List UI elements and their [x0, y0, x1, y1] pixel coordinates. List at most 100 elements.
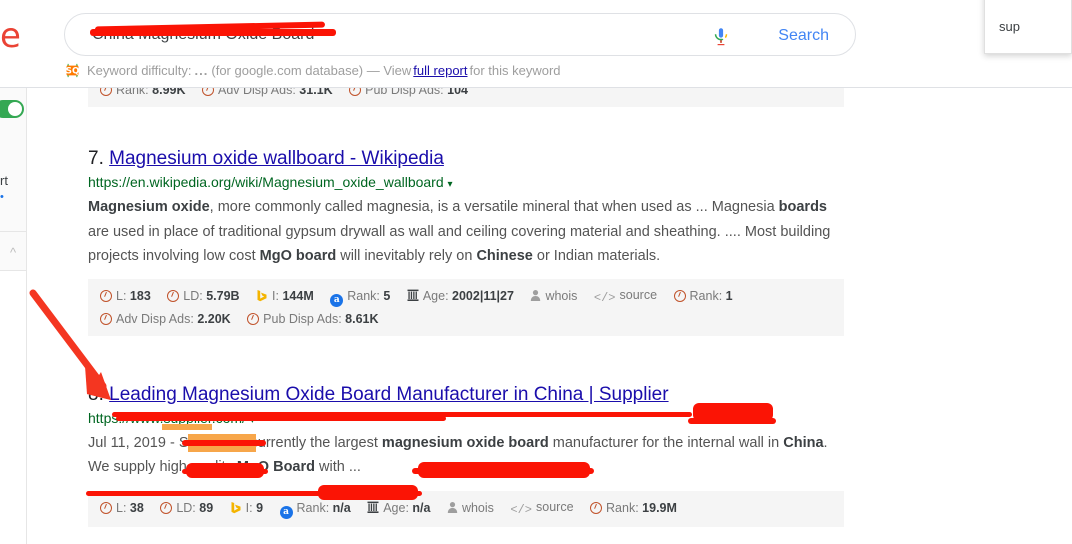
- result-url-row: https://www.supplier.com/ ▾: [0, 408, 1072, 431]
- stat-bing-index[interactable]: I: 9: [230, 498, 263, 519]
- bing-icon: [230, 500, 242, 514]
- stat-value: 144M: [282, 289, 314, 304]
- stat-label: LD:: [183, 289, 203, 304]
- sidebar-divider: [0, 231, 26, 232]
- stat-value: 2.20K: [197, 311, 231, 326]
- stat-whois[interactable]: whois: [447, 498, 494, 519]
- microphone-icon[interactable]: [711, 25, 731, 47]
- circle-icon: [100, 290, 112, 303]
- result-snippet: Magnesium oxide, more commonly called ma…: [0, 195, 1072, 269]
- result-url[interactable]: https://en.wikipedia.org/wiki/Magnesium_…: [88, 174, 444, 190]
- circle-icon: [673, 290, 686, 303]
- stat-label: whois: [461, 501, 494, 516]
- stat-adv-disp-ads[interactable]: Adv Disp Ads: 31.1K: [201, 88, 333, 101]
- stat-value: 38: [129, 501, 144, 516]
- result-title-link[interactable]: Leading Magnesium Oxide Board Manufactur…: [109, 384, 668, 405]
- snippet-text: , more commonly called magnesia, is a ve…: [209, 199, 779, 216]
- stats-row: L: 38 LD: 89 I: 9 a Rank: n/a Age: n/a w…: [100, 497, 834, 521]
- result-number: 8.: [88, 383, 104, 405]
- circle-icon: [247, 312, 260, 325]
- chevron-down-icon[interactable]: ▾: [448, 179, 453, 190]
- chevron-down-icon[interactable]: ▾: [250, 415, 255, 426]
- circle-icon: [160, 502, 173, 515]
- sidebar-label-text: rt: [0, 173, 8, 188]
- search-button[interactable]: Search: [778, 26, 829, 46]
- stat-alexa-rank[interactable]: a Rank: 5: [330, 286, 391, 308]
- stats-row: Rank: 8.99K Adv Disp Ads: 31.1K Pub Disp…: [100, 88, 834, 101]
- stat-label: Rank:: [116, 88, 149, 98]
- bing-icon: [256, 288, 268, 302]
- stat-value: 19.9M: [642, 501, 677, 516]
- result-title-row: 7. Magnesium oxide wallboard - Wikipedia: [0, 146, 1072, 172]
- archive-icon: [367, 500, 379, 514]
- keyword-difficulty-bar: SQ Keyword difficulty: ... (for google.c…: [64, 60, 561, 80]
- stat-value: 5: [383, 289, 391, 304]
- search-input[interactable]: China Magnesium Oxide Board: [92, 25, 314, 45]
- result-title-link[interactable]: Magnesium oxide wallboard - Wikipedia: [109, 148, 444, 169]
- stat-bing-index[interactable]: I: 144M: [256, 286, 314, 307]
- stat-alexa-rank[interactable]: a Rank: n/a: [279, 498, 351, 520]
- snippet-text: Jul 11, 2019 - Supplier is currently the…: [88, 434, 382, 451]
- stat-label: source: [536, 499, 574, 514]
- stat-semrush-rank[interactable]: Rank: 19.9M: [590, 498, 677, 519]
- svg-text:SQ: SQ: [66, 66, 80, 76]
- stat-adv-disp-ads[interactable]: Adv Disp Ads: 2.20K: [100, 309, 231, 330]
- result-url[interactable]: https://www.supplier.com/: [88, 410, 246, 426]
- result-partial-top: Rank: 8.99K Adv Disp Ads: 31.1K Pub Disp…: [0, 88, 1072, 108]
- stat-value: 9: [256, 501, 264, 516]
- stat-source[interactable]: </> source: [594, 285, 657, 309]
- stat-links[interactable]: L: 183: [100, 286, 151, 307]
- stat-age[interactable]: Age: 2002|11|27: [407, 286, 514, 307]
- stat-value: 89: [199, 501, 214, 516]
- snippet-text: will inevitably rely on: [336, 248, 477, 265]
- whois-icon: [530, 288, 541, 302]
- whois-icon: [447, 500, 458, 514]
- stat-semrush-rank[interactable]: Rank: 1: [673, 286, 733, 307]
- stat-label: Rank:: [347, 289, 380, 304]
- result-number: 7.: [88, 148, 104, 170]
- toggle-knob: [8, 102, 22, 116]
- source-icon: </>: [593, 290, 616, 305]
- keyword-difficulty-suffix: for this keyword: [469, 62, 561, 78]
- result-stats-wrap: L: 38 LD: 89 I: 9 a Rank: n/a Age: n/a w…: [0, 490, 1072, 527]
- seoquake-toggle[interactable]: [0, 100, 24, 118]
- stat-label: Rank:: [689, 289, 723, 304]
- suggestion-popup[interactable]: sup: [984, 0, 1072, 54]
- stat-value: 8.99K: [152, 88, 186, 98]
- stat-linking-domains[interactable]: LD: 5.79B: [167, 286, 240, 307]
- stat-linking-domains[interactable]: LD: 89: [160, 498, 213, 519]
- stat-links[interactable]: L: 38: [100, 498, 144, 519]
- search-results-list: Rank: 8.99K Adv Disp Ads: 31.1K Pub Disp…: [0, 88, 1072, 544]
- result-url-row: https://en.wikipedia.org/wiki/Magnesium_…: [0, 172, 1072, 195]
- circle-icon: [100, 88, 112, 97]
- full-report-link[interactable]: full report: [413, 63, 467, 78]
- chevron-up-icon[interactable]: ^: [0, 238, 26, 268]
- stat-age[interactable]: Age: n/a: [367, 498, 430, 519]
- search-box[interactable]: China Magnesium Oxide Board Search: [64, 13, 856, 56]
- stat-label: LD:: [176, 501, 196, 516]
- result-snippet: Jul 11, 2019 - Supplier is currently the…: [0, 431, 1072, 480]
- stat-whois[interactable]: whois: [530, 286, 577, 307]
- circle-icon: [100, 312, 112, 325]
- source-icon: </>: [510, 502, 533, 517]
- stat-label: Adv Disp Ads:: [116, 311, 194, 326]
- seoquake-stats-bar: L: 38 LD: 89 I: 9 a Rank: n/a Age: n/a w…: [88, 490, 844, 527]
- stat-pub-disp-ads[interactable]: Pub Disp Ads: 104: [349, 88, 468, 101]
- seoquake-sidebar: rt • ^: [0, 88, 27, 544]
- stat-value: 31.1K: [299, 88, 333, 98]
- keyword-difficulty-database: (for google.com database) — View: [211, 62, 412, 78]
- stat-source[interactable]: </> source: [510, 497, 573, 521]
- circle-icon: [590, 502, 603, 515]
- stat-pub-disp-ads[interactable]: Pub Disp Ads: 8.61K: [247, 309, 379, 330]
- snippet-bold-term: Magnesium oxide: [88, 199, 210, 216]
- stat-label: Pub Disp Ads:: [365, 88, 444, 98]
- seoquake-icon: SQ: [64, 62, 81, 79]
- stat-label: whois: [545, 289, 578, 304]
- stat-label: Age:: [422, 289, 449, 304]
- stat-rank[interactable]: Rank: 8.99K: [100, 88, 186, 101]
- snippet-bold-term: boards: [778, 199, 827, 216]
- stat-label: L:: [116, 289, 127, 304]
- snippet-bold-term: MgO board: [259, 248, 337, 265]
- stat-label: Rank:: [606, 501, 639, 516]
- keyword-difficulty-label: Keyword difficulty:: [87, 62, 192, 78]
